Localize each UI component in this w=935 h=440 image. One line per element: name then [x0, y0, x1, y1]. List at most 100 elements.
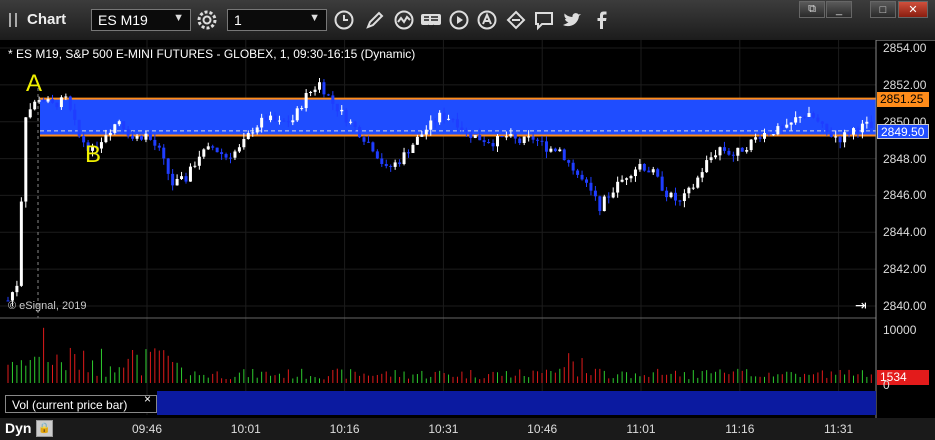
current-price-tag: 2849.50	[877, 123, 929, 139]
title-bar: Chart ES M19 ▼ 1 ▼ ⧉ _ □ ✕	[0, 0, 935, 41]
candle-body	[255, 127, 259, 133]
settings-gear-icon[interactable]	[195, 8, 219, 32]
candle-body	[113, 124, 117, 133]
chart-header: * ES M19, S&P 500 E-MINI FUTURES - GLOBE…	[8, 47, 416, 61]
candle-body	[447, 118, 451, 120]
candle-body	[442, 112, 446, 120]
candle-body	[260, 117, 264, 128]
candle-body	[415, 136, 419, 145]
minimize-icon[interactable]: _	[826, 1, 852, 18]
candle-body	[455, 119, 459, 128]
candle-body	[838, 136, 842, 143]
price-chart[interactable]	[0, 40, 935, 440]
volume-panel-label[interactable]: Vol (current price bar)	[5, 395, 157, 413]
time-tick: 10:01	[230, 422, 261, 436]
candle-body	[504, 136, 508, 138]
candle-body	[188, 166, 192, 182]
supply-zone[interactable]	[40, 98, 876, 136]
lock-icon[interactable]: 🔒	[36, 420, 53, 437]
maximize-icon[interactable]: □	[870, 1, 896, 18]
time-tick: 10:46	[527, 422, 558, 436]
candle-body	[798, 116, 802, 118]
candle-body	[24, 117, 28, 202]
candle-body	[464, 130, 468, 132]
candle-body	[571, 162, 575, 171]
candle-body	[491, 143, 495, 147]
restore-icon[interactable]: ⧉	[799, 1, 825, 18]
candle-body	[393, 162, 397, 167]
candle-body	[411, 144, 415, 154]
candle-body	[171, 173, 175, 186]
candle-body	[73, 109, 77, 120]
chart-area[interactable]: * ES M19, S&P 500 E-MINI FUTURES - GLOBE…	[0, 40, 935, 440]
time-tick: 11:01	[626, 422, 656, 436]
volume-bars	[7, 327, 872, 383]
close-volume-icon[interactable]: ×	[144, 392, 151, 406]
candle-body	[807, 113, 811, 117]
play-icon[interactable]	[447, 8, 471, 32]
candle-body	[487, 142, 491, 144]
candle-body	[771, 134, 775, 136]
candle-body	[482, 140, 486, 143]
price-tick: 2846.00	[883, 188, 927, 203]
facebook-icon[interactable]	[590, 8, 614, 32]
time-tick: 09:46	[131, 422, 163, 436]
alert-icon[interactable]	[475, 8, 499, 32]
interval-dropdown[interactable]: 1 ▼	[227, 9, 327, 31]
study-wave-icon[interactable]	[392, 8, 416, 32]
candle-body	[473, 135, 477, 138]
candle-body	[77, 119, 81, 136]
annotation-b[interactable]: B	[85, 141, 101, 169]
candle-body	[496, 136, 499, 147]
candle-body	[687, 187, 691, 194]
candle-body	[722, 147, 726, 151]
link-icon[interactable]	[504, 8, 528, 32]
candle-body	[313, 89, 317, 92]
candle-body	[478, 135, 482, 141]
dynamic-mode-label[interactable]: Dyn	[5, 420, 31, 436]
twitter-icon[interactable]	[560, 8, 584, 32]
price-tick: 2840.00	[883, 299, 927, 313]
close-icon[interactable]: ✕	[898, 1, 928, 18]
grip-icon[interactable]	[9, 13, 23, 27]
candle-body	[162, 147, 166, 159]
comment-icon[interactable]	[532, 8, 556, 32]
candle-body	[758, 137, 762, 139]
app-title: Chart	[27, 11, 67, 28]
candle-body	[193, 165, 197, 167]
candle-body	[202, 149, 206, 157]
candle-body	[785, 124, 789, 128]
candle-body	[366, 141, 370, 143]
candle-body	[206, 146, 210, 150]
symbol-dropdown[interactable]: ES M19 ▼	[91, 9, 191, 31]
candle-body	[64, 96, 68, 98]
clock-icon[interactable]	[332, 8, 356, 32]
candle-body	[700, 172, 704, 178]
candle-body	[562, 149, 566, 161]
candle-body	[745, 150, 749, 152]
candle-body	[33, 101, 37, 110]
candle-body	[264, 117, 268, 121]
time-tick: 11:16	[725, 422, 755, 436]
candle-body	[211, 146, 215, 148]
volume-tick: 10000	[883, 323, 917, 337]
candle-body	[665, 190, 669, 198]
candle-body	[816, 117, 820, 122]
candle-body	[847, 132, 851, 135]
candle-body	[224, 154, 228, 158]
get-quote-icon[interactable]	[419, 8, 443, 32]
candle-body	[829, 131, 833, 137]
candle-body	[660, 176, 664, 191]
candle-body	[28, 109, 32, 118]
candle-body	[68, 96, 72, 110]
candle-body	[633, 169, 637, 177]
candle-body	[349, 121, 353, 123]
candle-body	[246, 133, 250, 140]
candle-body	[291, 120, 295, 123]
candle-body	[420, 134, 424, 137]
pencil-draw-icon[interactable]	[363, 8, 387, 32]
candle-body	[269, 115, 273, 121]
scroll-to-end-icon[interactable]: ⇥	[855, 297, 867, 314]
annotation-a[interactable]: A	[26, 70, 42, 98]
candle-body	[825, 123, 829, 132]
